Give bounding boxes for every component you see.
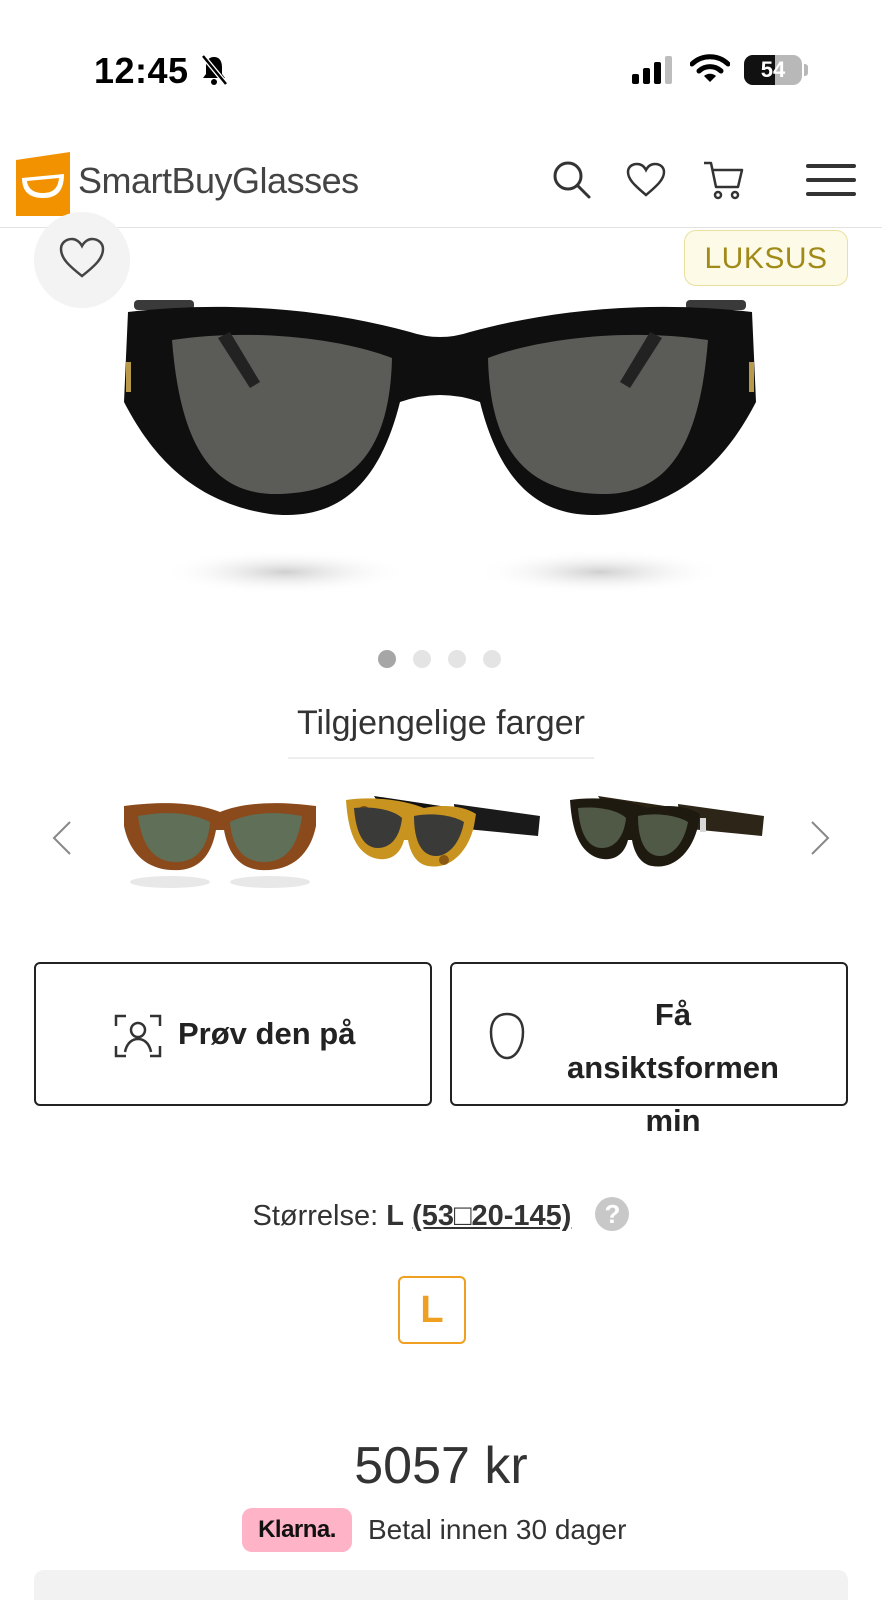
available-colors-title: Tilgjengelige farger	[288, 704, 594, 759]
size-option-l[interactable]: L	[398, 1276, 466, 1344]
size-code-link[interactable]: (53□20-145)	[412, 1200, 571, 1232]
luxury-badge: LUKSUS	[684, 230, 848, 286]
signal-icon	[632, 56, 672, 84]
status-bar: 12:45 54	[0, 0, 882, 140]
klarna-logo: Klarna.	[242, 1508, 352, 1552]
pagination-dot-3[interactable]	[448, 650, 466, 668]
size-value: L	[386, 1200, 404, 1232]
brand-logo-text[interactable]: SmartBuyGlasses	[78, 160, 359, 202]
heart-outline-icon	[59, 237, 105, 278]
search-icon[interactable]	[552, 160, 592, 200]
try-on-label: Prøv den på	[178, 1016, 356, 1051]
heart-icon[interactable]	[626, 162, 666, 198]
bell-slash-icon	[201, 54, 228, 86]
face-scan-icon	[114, 1014, 162, 1058]
next-section-strip	[34, 1570, 848, 1600]
battery-tip	[804, 64, 808, 76]
site-header: SmartBuyGlasses	[0, 140, 882, 228]
chevron-left-icon[interactable]	[50, 818, 74, 858]
product-price: 5057 kr	[354, 1437, 528, 1495]
chevron-right-icon[interactable]	[808, 818, 832, 858]
pagination-dot-4[interactable]	[483, 650, 501, 668]
pagination-dot-2[interactable]	[413, 650, 431, 668]
color-variant-havana[interactable]	[120, 786, 320, 890]
klarna-text: Betal innen 30 dager	[368, 1514, 627, 1545]
battery-level: 54	[760, 57, 786, 82]
status-time: 12:45	[94, 50, 189, 91]
face-shape-button[interactable]: Få ansiktsformen min	[450, 962, 848, 1138]
menu-icon[interactable]	[806, 162, 856, 198]
size-info: Størrelse: L (53□20-145) ?	[0, 1197, 882, 1234]
color-variant-dark-havana[interactable]	[568, 786, 768, 890]
wifi-icon	[690, 54, 730, 82]
face-outline-icon	[489, 1012, 525, 1060]
try-on-button[interactable]: Prøv den på	[34, 962, 432, 1106]
help-icon[interactable]: ?	[595, 1197, 630, 1232]
cart-icon[interactable]	[702, 160, 744, 200]
logo-glasses-icon[interactable]	[16, 152, 70, 216]
face-shape-label: Få ansiktsformen min	[567, 997, 779, 1138]
size-label: Størrelse:	[252, 1200, 379, 1232]
color-variant-yellow-havana[interactable]	[344, 786, 544, 890]
battery-icon: 54	[744, 55, 802, 85]
pagination-dot-1[interactable]	[378, 650, 396, 668]
product-image[interactable]	[110, 292, 770, 592]
